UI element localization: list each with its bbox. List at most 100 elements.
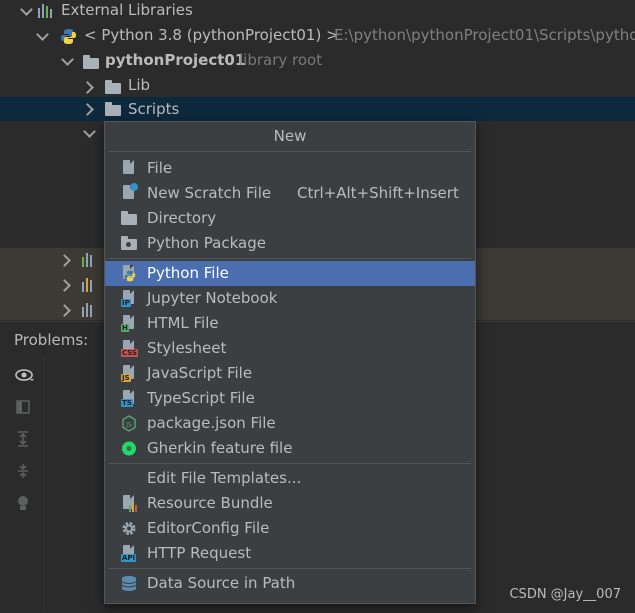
eye-icon[interactable] <box>15 367 34 383</box>
menu-item-label: New Scratch File <box>147 184 272 202</box>
tree-row-python-sdk[interactable]: < Python 3.8 (pythonProject01) > E:\pyth… <box>0 25 635 50</box>
menu-item-data-source-in-path[interactable]: Data Source in Path <box>105 571 475 596</box>
menu-item-http-request[interactable]: API HTTP Request <box>105 541 475 566</box>
tree-label-external-libraries: External Libraries <box>61 1 193 19</box>
cucumber-icon <box>121 440 137 457</box>
folder-icon <box>121 210 137 227</box>
svg-text:JS: JS <box>125 422 132 429</box>
folder-icon <box>105 102 121 116</box>
gear-icon <box>121 520 137 537</box>
tree-label-lib: Lib <box>128 76 151 94</box>
folder-icon <box>105 80 121 94</box>
lightbulb-icon[interactable] <box>15 495 31 511</box>
tag: TS <box>121 399 133 407</box>
menu-item-html-file[interactable]: H HTML File <box>105 311 475 336</box>
separator <box>109 463 471 464</box>
chevron-right-icon[interactable] <box>58 254 71 267</box>
menu-item-label: Gherkin feature file <box>147 439 293 457</box>
menu-item-editorconfig-file[interactable]: EditorConfig File <box>105 516 475 541</box>
menu-item-gherkin-feature-file[interactable]: Gherkin feature file <box>105 436 475 461</box>
css-icon: CSS <box>121 340 139 357</box>
menu-item-javascript-file[interactable]: JS JavaScript File <box>105 361 475 386</box>
tree-row-scripts[interactable]: Scripts <box>0 97 635 121</box>
menu-item-stylesheet[interactable]: CSS Stylesheet <box>105 336 475 361</box>
tree-label-python-path: E:\python\pythonProject01\Scripts\pytho <box>334 26 635 44</box>
menu-item-label: Data Source in Path <box>147 574 296 592</box>
tree-label-project-root: pythonProject01 <box>105 51 246 69</box>
api-icon: API <box>121 545 137 562</box>
menu-item-edit-file-templates[interactable]: Edit File Templates... <box>105 466 475 491</box>
separator <box>109 151 471 152</box>
menu-item-label: Jupyter Notebook <box>147 289 278 307</box>
html-icon: H <box>121 315 137 332</box>
jupyter-icon: IP <box>121 290 137 307</box>
resource-bundle-icon <box>121 495 137 512</box>
typescript-icon: TS <box>121 390 137 407</box>
expand-all-icon[interactable] <box>15 431 31 447</box>
menu-item-label: File <box>147 159 173 177</box>
problems-tab[interactable]: Problems: <box>14 331 88 349</box>
menu-item-label: Resource Bundle <box>147 494 273 512</box>
menu-item-label: TypeScript File <box>147 389 255 407</box>
menu-item-typescript-file[interactable]: TS TypeScript File <box>105 386 475 411</box>
collapse-all-icon[interactable] <box>15 463 31 479</box>
javascript-icon: JS <box>121 365 137 382</box>
menu-item-python-package[interactable]: Python Package <box>105 231 475 256</box>
menu-item-package-json-file[interactable]: JS package.json File <box>105 411 475 436</box>
chevron-right-icon[interactable] <box>58 304 71 317</box>
tree-row-project-root[interactable]: pythonProject01 library root <box>0 50 635 75</box>
tree-label-library-root: library root <box>239 51 323 69</box>
chevron-right-icon[interactable] <box>81 103 94 116</box>
folder-icon <box>83 55 99 69</box>
menu-item-label: HTML File <box>147 314 219 332</box>
python-icon <box>60 28 77 45</box>
separator <box>109 568 471 569</box>
menu-item-resource-bundle[interactable]: Resource Bundle <box>105 491 475 516</box>
menu-item-label: JavaScript File <box>147 364 253 382</box>
menu-item-label: Python Package <box>147 234 266 252</box>
preview-icon[interactable] <box>15 399 31 415</box>
menu-item-shortcut: Ctrl+Alt+Shift+Insert <box>297 184 459 202</box>
separator <box>109 258 471 259</box>
menu-item-label: package.json File <box>147 414 276 432</box>
watermark: CSDN @Jay__007 <box>509 587 621 602</box>
menu-item-label: Python File <box>147 264 229 282</box>
python-icon <box>121 265 137 282</box>
menu-item-python-file[interactable]: Python File <box>105 261 475 286</box>
library-icon <box>82 278 98 292</box>
menu-item-label: EditorConfig File <box>147 519 270 537</box>
tag: IP <box>121 299 131 307</box>
file-icon <box>121 160 137 177</box>
database-icon <box>121 575 137 592</box>
problems-toolbar <box>0 355 45 612</box>
menu-item-label: Edit File Templates... <box>147 469 302 487</box>
menu-item-label: Directory <box>147 209 217 227</box>
menu-item-label: Stylesheet <box>147 339 227 357</box>
menu-item-jupyter-notebook[interactable]: IP Jupyter Notebook <box>105 286 475 311</box>
tree-row-external-libraries[interactable]: External Libraries <box>0 0 635 25</box>
chevron-down-icon[interactable] <box>20 3 33 16</box>
package-icon <box>121 235 137 252</box>
scratch-file-icon <box>121 183 138 202</box>
library-icon <box>38 4 54 18</box>
tree-label-python-sdk: < Python 3.8 (pythonProject01) > <box>84 26 339 44</box>
chevron-down-icon[interactable] <box>83 125 96 138</box>
chevron-right-icon[interactable] <box>58 279 71 292</box>
menu-item-file[interactable]: File <box>105 156 475 181</box>
menu-item-directory[interactable]: Directory <box>105 206 475 231</box>
menu-item-label: HTTP Request <box>147 544 252 562</box>
menu-item-new-scratch-file[interactable]: New Scratch File Ctrl+Alt+Shift+Insert <box>105 181 475 206</box>
menu-title: New <box>273 127 307 145</box>
tag: CSS <box>121 349 139 357</box>
nodejs-icon: JS <box>121 415 137 432</box>
tag: JS <box>121 374 131 382</box>
chevron-down-icon[interactable] <box>61 53 74 66</box>
chevron-down-icon[interactable] <box>36 28 49 41</box>
library-icon <box>82 303 98 317</box>
tree-label-scripts: Scripts <box>128 100 180 118</box>
library-icon <box>82 253 98 267</box>
tag: H <box>121 324 129 332</box>
chevron-right-icon[interactable] <box>81 81 94 94</box>
tag: API <box>121 554 137 562</box>
new-submenu: New File New Scratch File Ctrl+Alt+Shift… <box>104 121 476 604</box>
